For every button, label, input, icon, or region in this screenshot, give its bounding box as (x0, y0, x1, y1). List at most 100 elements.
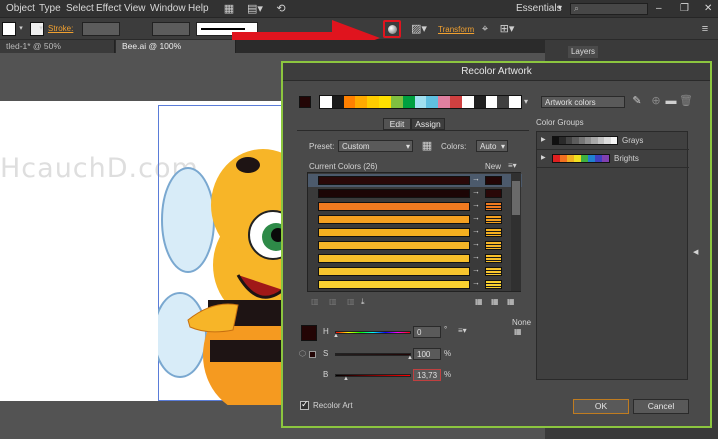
arrange-documents-icon[interactable]: ▤▾ (246, 1, 264, 17)
arrow-right-icon[interactable]: → (472, 226, 480, 235)
current-color-bar[interactable] (318, 215, 470, 224)
tab-assign[interactable]: Assign (411, 118, 445, 130)
harmony-swatch[interactable] (485, 96, 498, 108)
harmony-swatch[interactable] (497, 96, 510, 108)
menu-view[interactable]: View (124, 3, 146, 14)
current-color-bar[interactable] (318, 241, 470, 250)
find-colors-icon[interactable]: ▦ (507, 297, 515, 306)
harmony-swatch[interactable] (461, 96, 474, 108)
chevron-right-icon[interactable]: ▶ (541, 136, 546, 143)
separate-colors-icon[interactable]: ▥ (329, 297, 337, 306)
arrow-right-icon[interactable]: → (472, 239, 480, 248)
hue-slider-handle[interactable]: ▲ (333, 333, 339, 339)
current-color-bar[interactable] (318, 202, 470, 211)
harmony-swatch[interactable] (450, 96, 462, 108)
harmony-swatch[interactable] (473, 96, 486, 108)
new-color-swatch[interactable] (485, 254, 502, 263)
doc-tab-bee[interactable]: Bee.ai @ 100% (CMYK/Preview) (116, 40, 236, 64)
doc-tab-untitled[interactable]: tled-1* @ 50% (CMYK/Preview) (0, 40, 115, 64)
current-color-bar[interactable] (318, 176, 470, 185)
harmony-swatch[interactable] (390, 96, 403, 108)
active-color-swatch[interactable] (301, 325, 317, 341)
harmony-swatch[interactable] (426, 96, 439, 108)
harmony-swatch[interactable] (414, 96, 427, 108)
chevron-right-icon[interactable]: ▶ (541, 154, 546, 161)
chevron-down-icon[interactable]: ▾ (521, 94, 531, 110)
new-color-swatch[interactable] (485, 280, 502, 289)
randomly-change-order-icon[interactable]: ▦ (475, 297, 483, 306)
color-groups-list[interactable]: ▶ Grays ▶ Brights (536, 131, 689, 380)
color-row[interactable]: → (308, 278, 522, 291)
workspace-switcher[interactable]: Essentials (516, 3, 562, 14)
new-color-swatch[interactable] (485, 267, 502, 276)
hue-slider[interactable] (335, 331, 411, 334)
brightness-slider-handle[interactable]: ▲ (343, 376, 349, 382)
current-color-bar[interactable] (318, 280, 470, 289)
color-row[interactable]: → (308, 213, 522, 226)
arrow-right-icon[interactable]: → (472, 252, 480, 261)
harmony-swatch[interactable] (331, 96, 344, 108)
none-swatch-icon[interactable]: ▦ (514, 327, 522, 336)
current-color-bar[interactable] (318, 267, 470, 276)
new-menu-icon[interactable]: ≡▾ (508, 161, 517, 170)
chevron-down-icon[interactable]: ▾ (558, 3, 562, 12)
new-color-swatch[interactable] (485, 215, 502, 224)
menu-effect[interactable]: Effect (96, 3, 121, 14)
tab-edit[interactable]: Edit (383, 118, 411, 130)
recolor-art-checkbox[interactable]: ✓ (300, 399, 309, 410)
saturation-input[interactable]: 100 (413, 348, 441, 360)
bridge-icon[interactable]: ▦ (220, 1, 238, 17)
harmony-swatch[interactable] (320, 96, 332, 108)
arrow-right-icon[interactable]: → (472, 187, 480, 196)
bee-illustration[interactable] (158, 105, 288, 405)
harmony-swatch[interactable] (402, 96, 415, 108)
harmony-colors-strip[interactable] (319, 95, 522, 109)
arrow-right-icon[interactable]: → (472, 278, 480, 287)
color-row[interactable]: → (308, 265, 522, 278)
chevron-down-icon[interactable]: ▾ (36, 21, 46, 37)
menu-select[interactable]: Select (66, 3, 94, 14)
transform-link[interactable]: Transform (438, 25, 474, 34)
arrow-right-icon[interactable]: → (472, 200, 480, 209)
eyedropper-icon[interactable]: ✎ (628, 93, 646, 109)
arrow-right-icon[interactable]: → (472, 174, 480, 183)
new-color-swatch[interactable] (485, 241, 502, 250)
color-group-grays[interactable]: ▶ Grays (537, 132, 689, 150)
new-color-swatch[interactable] (485, 189, 502, 198)
preset-dropdown[interactable]: Custom ▾ (338, 140, 413, 152)
scrollbar[interactable] (511, 173, 521, 291)
brightness-input[interactable]: 13,73 (413, 369, 441, 381)
color-row[interactable]: → (308, 174, 522, 187)
ok-button[interactable]: OK (573, 399, 629, 414)
arrow-right-icon[interactable]: → (472, 213, 480, 222)
current-color-swatch[interactable] (299, 96, 311, 108)
panel-menu-icon[interactable]: ≡ (696, 21, 714, 37)
current-color-bar[interactable] (318, 228, 470, 237)
chevron-down-icon[interactable]: ▾ (16, 21, 26, 37)
harmony-swatch[interactable] (379, 96, 391, 108)
colors-dropdown[interactable]: Auto ▾ (476, 140, 508, 152)
cancel-button[interactable]: Cancel (633, 399, 689, 414)
color-reduction-options-icon[interactable]: ▦ (418, 138, 436, 154)
new-color-swatch[interactable] (485, 228, 502, 237)
harmony-swatch[interactable] (509, 96, 521, 108)
new-color-swatch[interactable] (485, 202, 502, 211)
merge-colors-icon[interactable]: ▥ (311, 297, 319, 306)
current-colors-list[interactable]: → → → → → → → → → (307, 172, 522, 292)
current-color-bar[interactable] (318, 254, 470, 263)
color-row[interactable]: → (308, 226, 522, 239)
collapse-groups-icon[interactable]: ◀ (693, 248, 698, 256)
current-color-bar[interactable] (318, 189, 470, 198)
layers-panel-tab[interactable]: Layers (568, 46, 598, 58)
harmony-swatch[interactable] (367, 96, 380, 108)
align-icon[interactable]: ⊞▾ (498, 21, 516, 37)
randomly-change-saturation-icon[interactable]: ▦ (491, 297, 499, 306)
minimize-icon[interactable]: – (656, 3, 662, 14)
hsb-mode-menu-icon[interactable]: ≡▾ (458, 326, 467, 335)
saturation-slider[interactable] (335, 353, 411, 356)
style-icon[interactable]: ▨▾ (410, 21, 428, 37)
hue-input[interactable]: 0 (413, 326, 441, 338)
close-icon[interactable]: ✕ (704, 3, 712, 14)
menu-help[interactable]: Help (188, 3, 209, 14)
exclude-colors-icon[interactable]: ▥ (347, 297, 355, 306)
